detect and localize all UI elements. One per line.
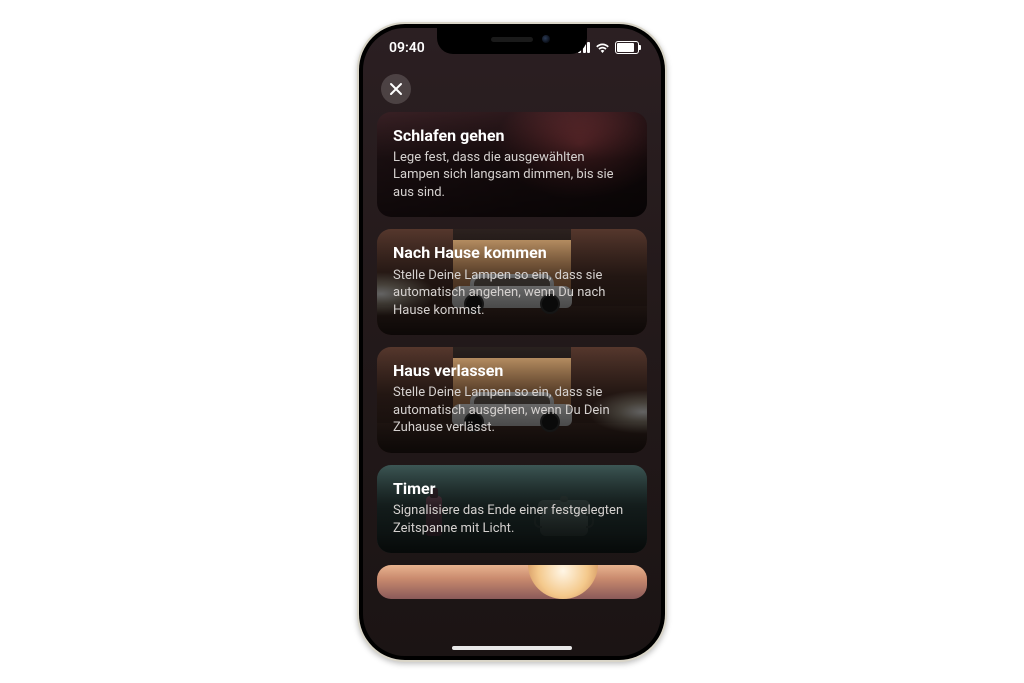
automation-card-coming-home[interactable]: Nach Hause kommen Stelle Deine Lampen so…: [377, 229, 647, 335]
notch: [437, 28, 587, 54]
home-indicator[interactable]: [452, 646, 572, 650]
card-description: Signalisiere das Ende einer festgelegten…: [393, 502, 631, 537]
automation-card-next[interactable]: [377, 565, 647, 599]
automation-card-sleep[interactable]: Schlafen gehen Lege fest, dass die ausge…: [377, 112, 647, 218]
automation-card-timer[interactable]: Timer Signalisiere das Ende einer festge…: [377, 465, 647, 553]
automation-card-leaving-home[interactable]: Haus verlassen Stelle Deine Lampen so ei…: [377, 347, 647, 453]
phone-frame: 09:40: [357, 22, 667, 662]
card-title: Schlafen gehen: [393, 126, 631, 145]
front-camera: [542, 35, 550, 43]
automation-list[interactable]: Schlafen gehen Lege fest, dass die ausge…: [377, 112, 647, 656]
close-button[interactable]: [381, 74, 411, 104]
card-title: Haus verlassen: [393, 361, 631, 380]
close-icon: [389, 82, 403, 96]
battery-icon: [615, 41, 639, 54]
screen: 09:40: [363, 28, 661, 656]
card-description: Stelle Deine Lampen so ein, dass sie aut…: [393, 267, 631, 320]
card-title: Nach Hause kommen: [393, 243, 631, 262]
wifi-icon: [595, 42, 610, 54]
speaker-grill: [491, 37, 533, 42]
card-title: Timer: [393, 479, 631, 498]
card-description: Lege fest, dass die ausgewählten Lampen …: [393, 149, 631, 202]
phone-bezel: 09:40: [359, 24, 665, 660]
product-shot: 09:40: [0, 0, 1024, 683]
card-illustration-other: [377, 565, 647, 599]
card-description: Stelle Deine Lampen so ein, dass sie aut…: [393, 384, 631, 437]
status-time: 09:40: [389, 40, 425, 56]
